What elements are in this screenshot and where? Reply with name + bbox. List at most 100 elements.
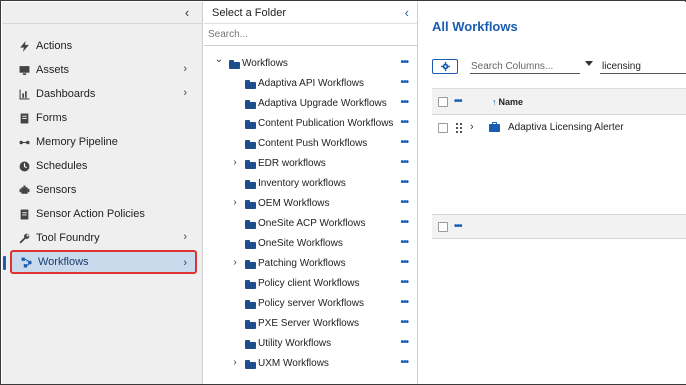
- folder-more-icon[interactable]: •••: [400, 297, 408, 308]
- folder-more-icon[interactable]: •••: [400, 97, 408, 108]
- chevron-right-icon: ›: [183, 231, 187, 243]
- pipeline-icon: [18, 136, 30, 148]
- nav-list: Actions Assets › Dashboards › Forms Memory Pip…: [2, 34, 203, 274]
- folder-icon: [245, 240, 256, 249]
- folder-item[interactable]: › Patching Workflows •••: [204, 254, 418, 274]
- folder-more-icon[interactable]: •••: [400, 357, 408, 368]
- folder-more-icon[interactable]: •••: [400, 197, 408, 208]
- column-search-input[interactable]: Search Columns...: [470, 59, 580, 74]
- row-expand-chevron-icon[interactable]: ›: [470, 121, 474, 133]
- nav-item-schedules[interactable]: Schedules: [2, 154, 203, 178]
- folder-panel-title: Select a Folder: [212, 6, 286, 19]
- nav-item-label: Forms: [36, 112, 68, 124]
- folder-label: Adaptiva API Workflows: [258, 78, 364, 89]
- folder-item[interactable]: Content Publication Workflows •••: [204, 114, 418, 134]
- folder-label: UXM Workflows: [258, 358, 329, 369]
- footer-more-icon[interactable]: •••: [454, 221, 462, 232]
- chevron-right-icon[interactable]: ›: [230, 197, 240, 208]
- folder-more-icon[interactable]: •••: [400, 137, 408, 148]
- workflow-icon: [20, 256, 32, 268]
- footer-checkbox[interactable]: [438, 222, 448, 232]
- folder-more-icon[interactable]: •••: [400, 177, 408, 188]
- nav-item-memory-pipeline[interactable]: Memory Pipeline: [2, 130, 203, 154]
- folder-more-icon[interactable]: •••: [400, 217, 408, 228]
- folder-more-icon[interactable]: •••: [400, 157, 408, 168]
- nav-item-label: Memory Pipeline: [36, 136, 118, 148]
- nav-item-sensors[interactable]: Sensors: [2, 178, 203, 202]
- drag-handle-icon[interactable]: [456, 123, 462, 133]
- monitor-icon: [18, 64, 30, 76]
- nav-item-actions[interactable]: Actions: [2, 34, 203, 58]
- folder-label: Inventory workflows: [258, 178, 346, 189]
- name-column-header[interactable]: ↑ Name: [492, 97, 523, 107]
- app-window: ‹ Actions Assets › Dashboards › Forms Memory P…: [0, 0, 686, 385]
- column-settings-button[interactable]: [432, 59, 458, 74]
- workflows-grid: ••• ↑Name › Adaptiva Licensing Alerter: [432, 88, 686, 239]
- chevron-right-icon[interactable]: ›: [230, 257, 240, 268]
- folder-icon: [245, 280, 256, 289]
- folder-item[interactable]: Policy server Workflows •••: [204, 294, 418, 314]
- folder-item[interactable]: Policy client Workflows •••: [204, 274, 418, 294]
- folder-search-input[interactable]: [208, 29, 408, 40]
- folder-icon: [245, 360, 256, 369]
- folder-label: Workflows: [242, 58, 288, 69]
- nav-item-label: Sensor Action Policies: [36, 208, 145, 220]
- sort-ascending-icon: ↑: [492, 97, 497, 107]
- folder-item[interactable]: Utility Workflows •••: [204, 334, 418, 354]
- nav-item-label: Sensors: [36, 184, 77, 196]
- chevron-right-icon[interactable]: ›: [230, 357, 240, 368]
- folder-more-icon[interactable]: •••: [400, 317, 408, 328]
- folder-item[interactable]: OneSite Workflows •••: [204, 234, 418, 254]
- folder-more-icon[interactable]: •••: [400, 117, 408, 128]
- gear-icon: [440, 62, 450, 71]
- grid-header: ••• ↑ Name: [432, 89, 686, 115]
- filter-dropdown-icon[interactable]: [585, 61, 593, 66]
- folder-more-icon[interactable]: •••: [400, 237, 408, 248]
- select-all-checkbox[interactable]: [438, 97, 448, 107]
- collapse-nav-icon[interactable]: ‹: [180, 6, 194, 20]
- folder-icon: [245, 260, 256, 269]
- folder-icon: [245, 200, 256, 209]
- folder-item[interactable]: OneSite ACP Workflows •••: [204, 214, 418, 234]
- folder-label: Policy server Workflows: [258, 298, 364, 309]
- chevron-down-icon[interactable]: ⌄: [214, 54, 224, 65]
- filter-input[interactable]: licensing: [600, 59, 686, 74]
- folder-label: OneSite Workflows: [258, 238, 343, 249]
- folder-item[interactable]: Content Push Workflows •••: [204, 134, 418, 154]
- folder-item[interactable]: Adaptiva Upgrade Workflows •••: [204, 94, 418, 114]
- row-name[interactable]: Adaptiva Licensing Alerter: [508, 122, 624, 133]
- folder-more-icon[interactable]: •••: [400, 257, 408, 268]
- wrench-icon: [18, 232, 30, 244]
- row-checkbox[interactable]: [438, 123, 448, 133]
- folder-label: OneSite ACP Workflows: [258, 218, 366, 229]
- folder-icon: [245, 320, 256, 329]
- folder-icon: [245, 160, 256, 169]
- folder-label: PXE Server Workflows: [258, 318, 359, 329]
- folder-more-icon[interactable]: •••: [400, 337, 408, 348]
- chevron-right-icon: ›: [183, 257, 187, 269]
- nav-item-tool-foundry[interactable]: Tool Foundry ›: [2, 226, 203, 250]
- folder-more-icon[interactable]: •••: [400, 277, 408, 288]
- nav-item-forms[interactable]: Forms: [2, 106, 203, 130]
- folder-more-icon[interactable]: •••: [400, 57, 408, 68]
- folder-tree: ⌄ Workflows ••• Adaptiva API Workflows ••• Ad…: [204, 54, 418, 374]
- folder-item[interactable]: Inventory workflows •••: [204, 174, 418, 194]
- folder-item[interactable]: › OEM Workflows •••: [204, 194, 418, 214]
- nav-item-sensor-action-policies[interactable]: Sensor Action Policies: [2, 202, 203, 226]
- nav-item-assets[interactable]: Assets ›: [2, 58, 203, 82]
- table-row[interactable]: › Adaptiva Licensing Alerter: [432, 115, 686, 141]
- folder-item[interactable]: PXE Server Workflows •••: [204, 314, 418, 334]
- nav-item-workflows[interactable]: Workflows ›: [10, 250, 197, 274]
- folder-more-icon[interactable]: •••: [400, 77, 408, 88]
- folder-item[interactable]: › EDR workflows •••: [204, 154, 418, 174]
- chevron-right-icon[interactable]: ›: [230, 157, 240, 168]
- folder-item[interactable]: Adaptiva API Workflows •••: [204, 74, 418, 94]
- folder-label: Adaptiva Upgrade Workflows: [258, 98, 387, 109]
- header-more-icon[interactable]: •••: [454, 96, 462, 107]
- collapse-folders-icon[interactable]: ‹: [405, 5, 409, 20]
- folder-root[interactable]: ⌄ Workflows •••: [204, 54, 418, 74]
- clock-icon: [18, 160, 30, 172]
- folder-item[interactable]: › UXM Workflows •••: [204, 354, 418, 374]
- folder-icon: [229, 60, 240, 69]
- nav-item-dashboards[interactable]: Dashboards ›: [2, 82, 203, 106]
